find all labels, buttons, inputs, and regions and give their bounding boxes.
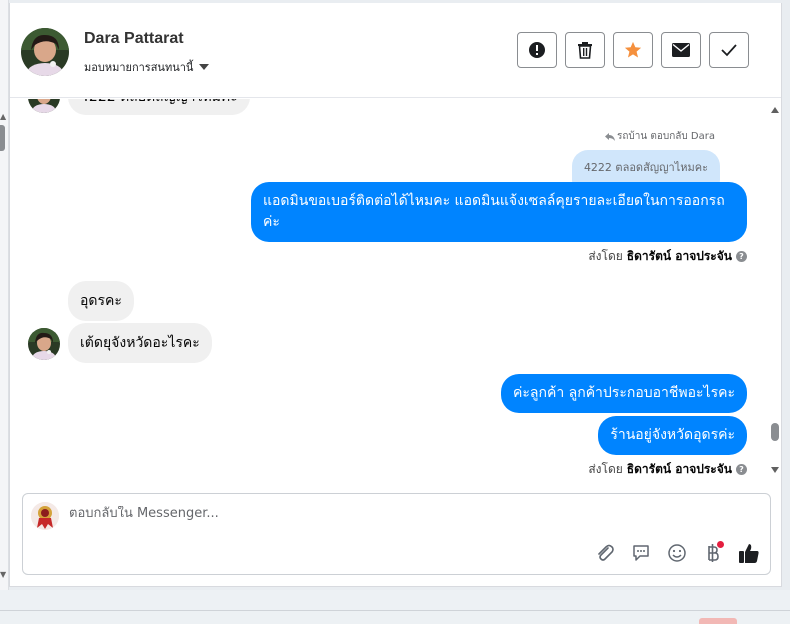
like-button[interactable] <box>738 542 760 564</box>
contact-name: Dara Pattarat <box>84 30 184 47</box>
reply-composer <box>22 493 771 575</box>
bottom-tab[interactable] <box>699 618 737 624</box>
composer-tools <box>594 541 760 564</box>
contact-avatar-small <box>28 99 60 113</box>
chat-bubble-icon <box>633 545 649 561</box>
envelope-icon <box>672 43 690 57</box>
star-icon <box>624 41 642 58</box>
trash-icon <box>578 42 592 59</box>
contact-avatar-small[interactable] <box>28 328 60 360</box>
message-incoming[interactable]: อุดรคะ <box>68 281 134 321</box>
mark-unread-button[interactable] <box>661 32 701 68</box>
header-actions <box>517 32 749 68</box>
attach-button[interactable] <box>594 542 616 564</box>
smiley-icon <box>668 544 686 562</box>
assign-label: มอบหมายการสนทนานี้ <box>84 61 194 74</box>
message-thread[interactable]: 4222 ตลอดสัญญาไหมคะ รถบ้าน ตอบกลับ Dara … <box>10 99 765 485</box>
report-button[interactable] <box>517 32 557 68</box>
page-left-edge: ▲ ▼ <box>0 0 9 590</box>
payment-button[interactable] <box>702 541 724 564</box>
divider <box>0 610 790 611</box>
sent-by-label: ส่งโดย ธิดารัตน์ อาจประจัน ? <box>588 247 747 266</box>
reply-meta-text: รถบ้าน ตอบกลับ Dara <box>616 131 715 142</box>
mark-done-button[interactable] <box>709 32 749 68</box>
message-outgoing[interactable]: แอดมินขอเบอร์ติดต่อได้ไหมคะ แอดมินแจ้งเซ… <box>251 182 747 242</box>
page-bottom-bar <box>0 590 790 624</box>
reply-arrow-icon <box>604 132 615 141</box>
left-scroll-down-icon[interactable]: ▼ <box>0 570 6 579</box>
scroll-down-icon[interactable] <box>771 467 779 473</box>
star-button[interactable] <box>613 32 653 68</box>
help-icon[interactable]: ? <box>736 251 747 262</box>
left-scroll-up-icon[interactable]: ▲ <box>0 112 6 121</box>
alert-circle-icon <box>529 42 545 58</box>
reply-meta: รถบ้าน ตอบกลับ Dara <box>604 129 715 144</box>
caret-down-icon <box>199 64 210 70</box>
reply-input[interactable] <box>69 506 749 521</box>
conversation-header: Dara Pattarat มอบหมายการสนทนานี้ <box>10 3 781 98</box>
scroll-thumb[interactable] <box>771 423 779 441</box>
message-outgoing[interactable]: ค่ะลูกค้า ลูกค้าประกอบอาชีพอะไรคะ <box>501 374 747 413</box>
delete-button[interactable] <box>565 32 605 68</box>
sent-by-name: ธิดารัตน์ อาจประจัน <box>626 462 732 476</box>
conversation-panel: Dara Pattarat มอบหมายการสนทนานี้ รถบ้าน … <box>9 3 782 587</box>
paperclip-icon <box>598 544 614 561</box>
sent-by-label: ส่งโดย ธิดารัตน์ อาจประจัน ? <box>588 460 747 479</box>
page-avatar <box>31 502 59 530</box>
assign-conversation-dropdown[interactable]: มอบหมายการสนทนานี้ <box>84 58 210 76</box>
emoji-button[interactable] <box>666 542 688 564</box>
notification-dot <box>717 541 724 548</box>
message-incoming[interactable]: 4222 ตลอดสัญญาไหมคะ <box>68 99 250 115</box>
check-icon <box>721 44 737 57</box>
message-incoming[interactable]: เต้ดยุจังหวัดอะไรคะ <box>68 323 212 363</box>
thread-scrollbar[interactable] <box>768 101 782 481</box>
saved-replies-button[interactable] <box>630 542 652 564</box>
thumbs-up-icon <box>739 544 759 563</box>
help-icon[interactable]: ? <box>736 464 747 475</box>
scroll-up-icon[interactable] <box>771 107 779 113</box>
sent-by-name: ธิดารัตน์ อาจประจัน <box>626 249 732 263</box>
contact-avatar[interactable] <box>21 28 69 76</box>
sent-by-prefix: ส่งโดย <box>588 462 623 476</box>
sent-by-prefix: ส่งโดย <box>588 249 623 263</box>
message-outgoing[interactable]: ร้านอยู่จังหวัดอุดรค่ะ <box>598 416 747 455</box>
left-scroll-thumb[interactable] <box>0 125 5 151</box>
